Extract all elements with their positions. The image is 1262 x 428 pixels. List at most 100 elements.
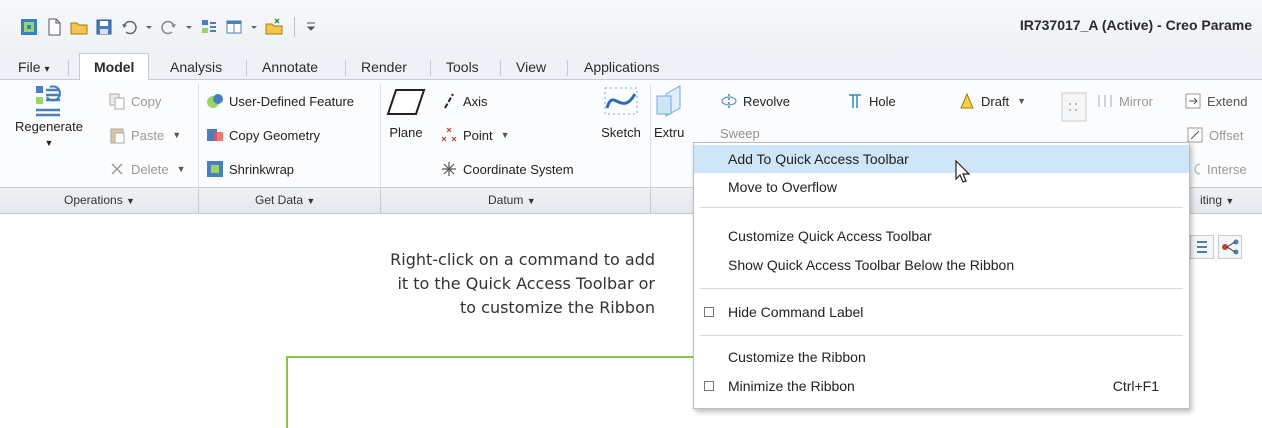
tab-applications[interactable]: Applications [584,56,660,80]
group-separator [380,188,381,214]
menu-item-add-to-qat[interactable]: Add To Quick Access Toolbar [694,145,1189,173]
group-editing[interactable]: iting ▼ [1200,193,1234,207]
user-defined-feature-button[interactable]: User-Defined Feature [206,92,354,110]
menu-item-move-to-overflow[interactable]: Move to Overflow [694,173,1189,201]
point-label: Point [463,127,493,143]
paste-dropdown-icon[interactable]: ▼ [172,130,181,140]
undo-icon[interactable] [120,18,138,36]
offset-button[interactable]: Offset [1186,126,1243,144]
ribbon-tabs: File ▾ Model Analysis Annotate Render To… [0,52,1262,81]
shrinkwrap-icon [206,160,224,178]
copy-button[interactable]: Copy [108,92,161,110]
copy-geometry-button[interactable]: Copy Geometry [206,126,320,144]
regenerate-button[interactable]: Regenerate ▼ [14,84,84,148]
undo-dropdown-icon[interactable] [145,18,153,36]
group-get-data[interactable]: Get Data ▼ [255,193,315,207]
mirror-icon [1096,92,1114,110]
group-get-data-dropdown-icon: ▼ [306,196,316,206]
extrude-button[interactable]: Extru [654,84,694,140]
draft-button[interactable]: Draft ▼ [958,92,1026,110]
sketch-icon [604,87,638,115]
minimize-ribbon-shortcut: Ctrl+F1 [1112,378,1159,394]
window-title: IR737017_A (Active) - Creo Parame [1019,17,1252,33]
copy-geometry-label: Copy Geometry [229,127,321,143]
pattern-icon [1061,92,1087,122]
intersect-button[interactable]: Interse [1190,160,1247,178]
revolve-button[interactable]: Revolve [720,92,790,110]
sweep-label: Sweep [720,126,760,141]
hide-label-checkbox[interactable] [704,307,714,317]
delete-dropdown-icon[interactable]: ▼ [177,164,186,174]
view-toggle-icon[interactable] [1190,235,1214,259]
draft-label: Draft [981,93,1010,109]
group-operations[interactable]: Operations ▼ [64,193,135,207]
coordinate-system-button[interactable]: Coordinate System [440,160,574,178]
ribbon-separator [380,84,381,188]
new-file-icon[interactable] [45,18,63,36]
menu-item-show-qat-below[interactable]: Show Quick Access Toolbar Below the Ribb… [694,251,1189,279]
tab-model[interactable]: Model [79,53,150,81]
windows-dropdown-icon[interactable] [250,18,258,36]
ribbon-separator [650,84,651,188]
tab-separator [68,60,69,76]
datum-display-icon[interactable] [1218,235,1242,259]
tab-render[interactable]: Render [361,56,407,80]
redo-dropdown-icon[interactable] [185,18,193,36]
axis-label: Axis [463,93,488,109]
hole-label: Hole [869,93,896,109]
regenerate-label: Regenerate [15,119,83,134]
sketch-button[interactable]: Sketch [596,84,646,140]
tab-tools[interactable]: Tools [446,56,479,80]
tab-label: File [18,59,41,75]
group-datum[interactable]: Datum ▼ [488,193,536,207]
close-folder-icon[interactable] [265,18,283,36]
coordinate-system-label: Coordinate System [463,161,574,177]
pattern-button[interactable] [1060,92,1088,125]
mirror-button[interactable]: Mirror [1096,92,1153,110]
delete-button[interactable]: Delete ▼ [108,160,186,178]
redo-icon[interactable] [160,18,178,36]
group-operations-label: Operations [64,193,123,207]
callout-connector-line-vertical [286,356,288,428]
sketch-label: Sketch [601,125,641,140]
tab-annotate[interactable]: Annotate [262,56,318,80]
hole-icon [846,92,864,110]
extend-button[interactable]: Extend [1184,92,1247,110]
save-icon[interactable] [95,18,113,36]
minimize-ribbon-checkbox[interactable] [704,381,714,391]
udf-icon [206,92,224,110]
group-editing-label: iting [1200,193,1223,207]
point-dropdown-icon[interactable]: ▼ [501,130,510,140]
menu-item-customize-qat[interactable]: Customize Quick Access Toolbar [694,222,1189,250]
delete-label: Delete [131,161,169,177]
point-button[interactable]: Point ▼ [440,126,510,144]
plane-label: Plane [389,125,423,140]
plane-button[interactable]: Plane [384,84,428,140]
axis-button[interactable]: Axis [440,92,488,110]
menu-item-minimize-ribbon[interactable]: Minimize the Ribbon Ctrl+F1 [694,372,1189,400]
callout-connector-line [286,356,716,358]
sweep-button[interactable]: Sweep [720,126,760,141]
shrinkwrap-button[interactable]: Shrinkwrap [206,160,294,178]
hole-button[interactable]: Hole [846,92,896,110]
tab-analysis[interactable]: Analysis [170,56,222,80]
open-folder-icon[interactable] [70,18,88,36]
plane-icon [386,89,426,115]
mouse-cursor-icon [955,160,971,183]
menu-item-hide-command-label[interactable]: Hide Command Label [694,298,1189,326]
tab-file[interactable]: File ▾ [18,56,49,80]
windows-icon[interactable] [225,18,243,36]
qat-customize-icon[interactable] [306,18,316,36]
paste-button[interactable]: Paste ▼ [108,126,181,144]
regenerate-small-icon[interactable] [200,18,218,36]
callout-line-1: Right-click on a command to add [390,250,655,269]
callout-line-2: it to the Quick Access Toolbar or [397,274,655,293]
draft-dropdown-icon[interactable]: ▼ [1017,96,1026,106]
intersect-icon [1190,160,1202,178]
ribbon-context-menu: Add To Quick Access Toolbar Move to Over… [693,142,1190,409]
tab-view[interactable]: View [516,56,546,80]
regenerate-dropdown-icon[interactable]: ▼ [14,138,84,148]
menu-separator [700,335,1183,336]
menu-item-customize-ribbon[interactable]: Customize the Ribbon [694,343,1189,371]
delete-icon [108,160,126,178]
